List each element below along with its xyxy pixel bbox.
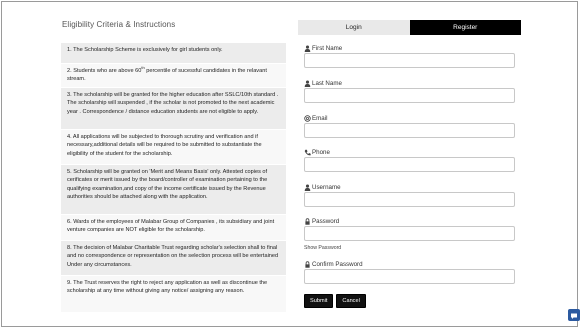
email-input[interactable] [304,123,515,138]
username-label: Username [304,183,516,191]
criteria-item: 8. The decision of Malabar Charitable Tr… [61,240,286,275]
password-row: Password [304,217,516,241]
confirm-password-input[interactable] [304,269,515,284]
auth-tabs: Login Register [298,20,521,35]
username-row: Username [304,183,516,207]
cancel-button[interactable]: Cancel [336,294,366,308]
criteria-item: 6. Wards of the employees of Malabar Gro… [61,214,286,240]
submit-button[interactable]: Submit [304,294,334,308]
tab-login[interactable]: Login [298,20,410,35]
email-row: Email [304,114,516,138]
phone-label: Phone [304,148,516,156]
criteria-item: 1. The Scholarship Scheme is exclusively… [61,42,286,63]
user-icon [304,80,311,87]
user-icon [304,45,311,52]
at-icon [304,114,311,122]
first-name-input[interactable] [304,53,515,68]
last-name-row: Last Name [304,79,516,103]
first-name-label: First Name [304,44,516,52]
page-frame: Eligibility Criteria & Instructions 1. T… [1,1,578,327]
lock-icon [305,260,310,268]
criteria-title: Eligibility Criteria & Instructions [62,20,176,29]
username-input[interactable] [304,192,515,207]
chat-bubble-icon [571,313,577,319]
phone-row: Phone [304,148,516,172]
password-label: Password [304,217,516,225]
criteria-item: 5. Scholarship will be granted on 'Merit… [61,164,286,214]
last-name-input[interactable] [304,88,515,103]
tab-register[interactable]: Register [409,20,521,35]
phone-icon [304,149,311,155]
password-input[interactable] [304,226,515,241]
lock-icon [305,217,310,225]
user-icon [304,184,311,191]
phone-input[interactable] [304,157,515,172]
help-chat-icon[interactable] [568,309,580,321]
show-password-toggle[interactable]: Show Password [304,245,341,251]
criteria-item: 2. Students who are above 60th percentil… [61,63,286,87]
email-label: Email [304,114,516,122]
confirm-password-row: Confirm Password [304,260,516,284]
first-name-row: First Name [304,44,516,68]
criteria-list: 1. The Scholarship Scheme is exclusively… [61,42,286,326]
confirm-password-label: Confirm Password [304,260,516,268]
criteria-item: 3. The scholarship will be granted for t… [61,87,286,129]
last-name-label: Last Name [304,79,516,87]
form-actions: Submit Cancel [304,294,366,308]
criteria-item: 9. The Trust reserves the right to rejec… [61,275,286,312]
criteria-item: 4. All applications will be subjected to… [61,129,286,164]
